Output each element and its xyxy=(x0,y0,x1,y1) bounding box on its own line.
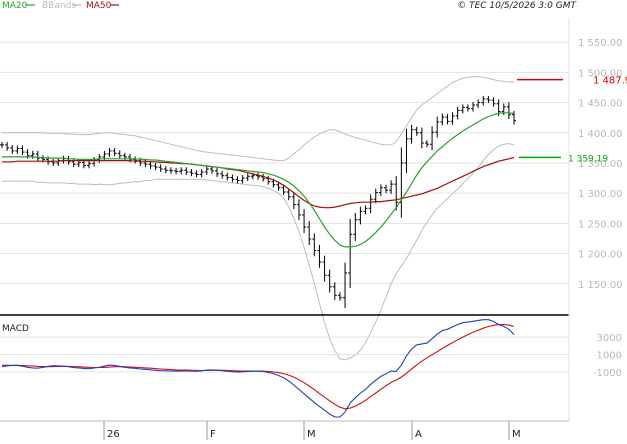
price-tick-label: 1 200.00 xyxy=(578,250,623,261)
macd-lines xyxy=(1,319,515,418)
price-tick-label: 1 300.00 xyxy=(578,189,623,200)
x-tick-label: M xyxy=(307,429,316,440)
legend-bbands-label: BBands xyxy=(42,1,76,11)
chart-stage: MA20 BBands MA50 © TEC 10/5/2026 3:0 GMT… xyxy=(0,0,627,440)
support-label: 1 359.19 xyxy=(568,154,608,164)
macd-panel-label: MACD xyxy=(2,324,29,334)
x-axis: 26 F M A M xyxy=(0,18,570,440)
macd-tick-label: -1000 xyxy=(593,368,622,379)
resistance-label: 1 487.9 xyxy=(593,76,627,87)
legend-ma50-label: MA50 xyxy=(86,1,112,11)
stock-chart: MA20 BBands MA50 © TEC 10/5/2026 3:0 GMT… xyxy=(0,1,627,440)
price-grid xyxy=(0,41,569,285)
price-tick-label: 1 550.00 xyxy=(578,38,623,49)
price-markers: 1 487.9 1 359.19 xyxy=(517,76,627,164)
legend-ma20-label: MA20 xyxy=(2,1,28,11)
x-tick-label: A xyxy=(415,429,422,440)
legend: MA20 BBands MA50 xyxy=(2,1,119,11)
price-tick-label: 1 450.00 xyxy=(578,99,623,110)
ohlc-bars xyxy=(0,95,516,309)
macd-y-axis: -1000 1000 3000 xyxy=(593,333,622,379)
macd-tick-label: 3000 xyxy=(597,333,622,344)
x-tick-label: M xyxy=(512,429,521,440)
price-tick-label: 1 400.00 xyxy=(578,129,623,140)
x-tick-label: F xyxy=(210,429,216,440)
macd-line xyxy=(1,319,515,418)
price-tick-label: 1 250.00 xyxy=(578,219,623,230)
copyright-text: © TEC 10/5/2026 3:0 GMT xyxy=(457,1,577,11)
x-tick-label: 26 xyxy=(107,429,120,440)
macd-tick-label: 1000 xyxy=(597,351,622,362)
price-tick-label: 1 150.00 xyxy=(578,280,623,291)
